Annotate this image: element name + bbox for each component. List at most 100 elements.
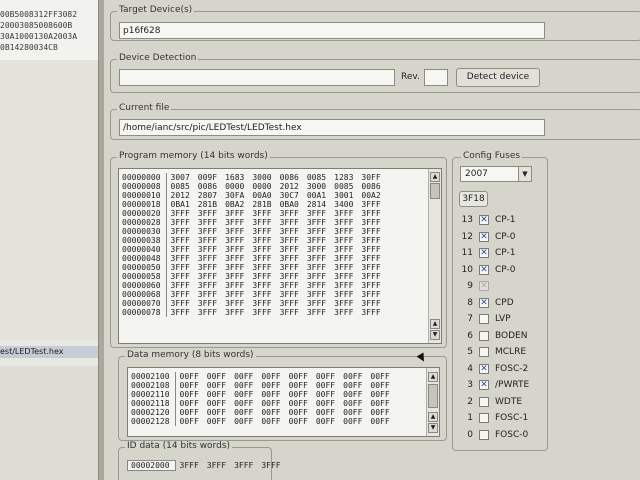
id-data-grid[interactable]: 00002000 3FFF 3FFF 3FFF 3FFF — [127, 457, 293, 473]
config-hex-value[interactable]: 3F18 — [459, 191, 488, 207]
table-cell[interactable]: 3FFF — [166, 209, 194, 218]
table-cell[interactable]: 3FFF — [357, 308, 384, 317]
fuse-checkbox[interactable] — [479, 429, 489, 440]
table-cell[interactable]: 00FF — [257, 399, 284, 408]
table-cell[interactable]: 00FF — [175, 381, 203, 390]
fuse-checkbox[interactable] — [479, 396, 489, 407]
table-cell[interactable]: 3400 — [330, 200, 357, 209]
table-cell[interactable]: 3FFF — [221, 290, 248, 299]
data-scrollbar[interactable]: ▲ ▲ ▼ — [426, 368, 439, 436]
table-cell[interactable]: 3FFF — [303, 209, 330, 218]
table-cell[interactable]: 281B — [194, 200, 221, 209]
table-cell[interactable]: 3FFF — [357, 254, 384, 263]
table-cell[interactable]: 00FF — [366, 408, 393, 417]
chevron-down-icon[interactable]: ▼ — [518, 167, 531, 181]
table-cell[interactable]: 3FFF — [248, 227, 275, 236]
table-cell[interactable]: 00FF — [285, 381, 312, 390]
table-cell[interactable]: 3FFF — [194, 290, 221, 299]
table-cell[interactable]: 3FFF — [330, 218, 357, 227]
table-cell[interactable]: 3007 — [166, 173, 194, 182]
table-cell[interactable]: 00FF — [339, 390, 366, 399]
table-cell[interactable]: 3FFF — [221, 245, 248, 254]
table-cell[interactable]: 3FFF — [194, 236, 221, 245]
table-cell[interactable]: 3FFF — [221, 218, 248, 227]
table-cell[interactable]: 3FFF — [330, 227, 357, 236]
table-cell[interactable]: 281B — [248, 200, 275, 209]
table-cell[interactable]: 3001 — [330, 191, 357, 200]
table-cell[interactable]: 00FF — [175, 417, 203, 426]
table-cell[interactable]: 00FF — [203, 372, 230, 381]
table-cell[interactable]: 0000 — [248, 182, 275, 191]
table-cell[interactable]: 00FF — [257, 372, 284, 381]
table-cell[interactable]: 3FFF — [194, 209, 221, 218]
table-cell[interactable]: 3FFF — [221, 299, 248, 308]
table-cell[interactable]: 00FF — [203, 390, 230, 399]
table-cell[interactable]: 00FF — [175, 390, 203, 399]
table-cell[interactable]: 3FFF — [248, 299, 275, 308]
table-cell[interactable]: 3FFF — [303, 272, 330, 281]
table-cell[interactable]: 3FFF — [303, 290, 330, 299]
table-cell[interactable]: 00FF — [366, 372, 393, 381]
table-cell[interactable]: 3FFF — [357, 272, 384, 281]
table-cell[interactable]: 0085 — [303, 173, 330, 182]
table-cell[interactable]: 3FFF — [221, 308, 248, 317]
table-cell[interactable]: 3FFF — [166, 281, 194, 290]
table-cell[interactable]: 3FFF — [276, 218, 303, 227]
table-cell[interactable]: 3FFF — [166, 299, 194, 308]
table-cell[interactable]: 3FFF — [230, 461, 257, 471]
fuse-checkbox[interactable]: ✕ — [479, 264, 489, 275]
table-cell[interactable]: 3FFF — [194, 281, 221, 290]
table-cell[interactable]: 00FF — [366, 399, 393, 408]
table-cell[interactable]: 0086 — [276, 173, 303, 182]
table-cell[interactable]: 00FF — [175, 372, 203, 381]
table-cell[interactable]: 3FFF — [203, 461, 230, 471]
table-cell[interactable]: 30C7 — [276, 191, 303, 200]
table-cell[interactable]: 3FFF — [194, 263, 221, 272]
table-cell[interactable]: 0000 — [221, 182, 248, 191]
selected-file[interactable]: est/LEDTest.hex — [0, 346, 98, 358]
table-cell[interactable]: 0BA0 — [276, 200, 303, 209]
table-cell[interactable]: 00A1 — [303, 191, 330, 200]
table-cell[interactable]: 3FFF — [276, 209, 303, 218]
table-cell[interactable]: 2814 — [303, 200, 330, 209]
table-cell[interactable]: 00FF — [175, 399, 203, 408]
table-cell[interactable]: 00FF — [230, 399, 257, 408]
fuse-checkbox[interactable]: ✕ — [479, 297, 489, 308]
table-cell[interactable]: 3FFF — [276, 236, 303, 245]
table-cell[interactable]: 0086 — [194, 182, 221, 191]
table-cell[interactable]: 00FF — [285, 399, 312, 408]
program-scrollbar[interactable]: ▲ ▲ ▼ — [428, 169, 441, 343]
table-cell[interactable]: 00A0 — [248, 191, 275, 200]
table-cell[interactable]: 0085 — [166, 182, 194, 191]
table-cell[interactable]: 00FF — [339, 417, 366, 426]
table-cell[interactable]: 3FFF — [248, 254, 275, 263]
table-cell[interactable]: 3FFF — [330, 281, 357, 290]
table-cell[interactable]: 3FFF — [357, 236, 384, 245]
table-cell[interactable]: 2807 — [194, 191, 221, 200]
table-cell[interactable]: 009F — [194, 173, 221, 182]
rev-field[interactable] — [424, 69, 448, 86]
table-cell[interactable]: 00FF — [366, 381, 393, 390]
table-cell[interactable]: 00A2 — [357, 191, 384, 200]
table-cell[interactable]: 0086 — [357, 182, 384, 191]
table-cell[interactable]: 00FF — [285, 390, 312, 399]
table-cell[interactable]: 00FF — [230, 372, 257, 381]
table-cell[interactable]: 00FF — [257, 390, 284, 399]
table-cell[interactable]: 3FFF — [194, 272, 221, 281]
table-cell[interactable]: 3FFF — [330, 209, 357, 218]
fuse-checkbox[interactable] — [479, 330, 489, 341]
table-cell[interactable]: 3FFF — [194, 254, 221, 263]
table-cell[interactable]: 3000 — [248, 173, 275, 182]
table-cell[interactable]: 3FFF — [330, 290, 357, 299]
table-cell[interactable]: 30FF — [357, 173, 384, 182]
table-cell[interactable]: 3FFF — [303, 245, 330, 254]
table-cell[interactable]: 3FFF — [248, 236, 275, 245]
table-cell[interactable]: 3FFF — [276, 254, 303, 263]
table-cell[interactable]: 3FFF — [276, 308, 303, 317]
table-cell[interactable]: 00FF — [312, 381, 339, 390]
table-cell[interactable]: 00FF — [366, 390, 393, 399]
table-cell[interactable]: 00FF — [312, 399, 339, 408]
table-cell[interactable]: 3FFF — [166, 227, 194, 236]
table-cell[interactable]: 3FFF — [330, 236, 357, 245]
table-cell[interactable]: 3FFF — [166, 245, 194, 254]
